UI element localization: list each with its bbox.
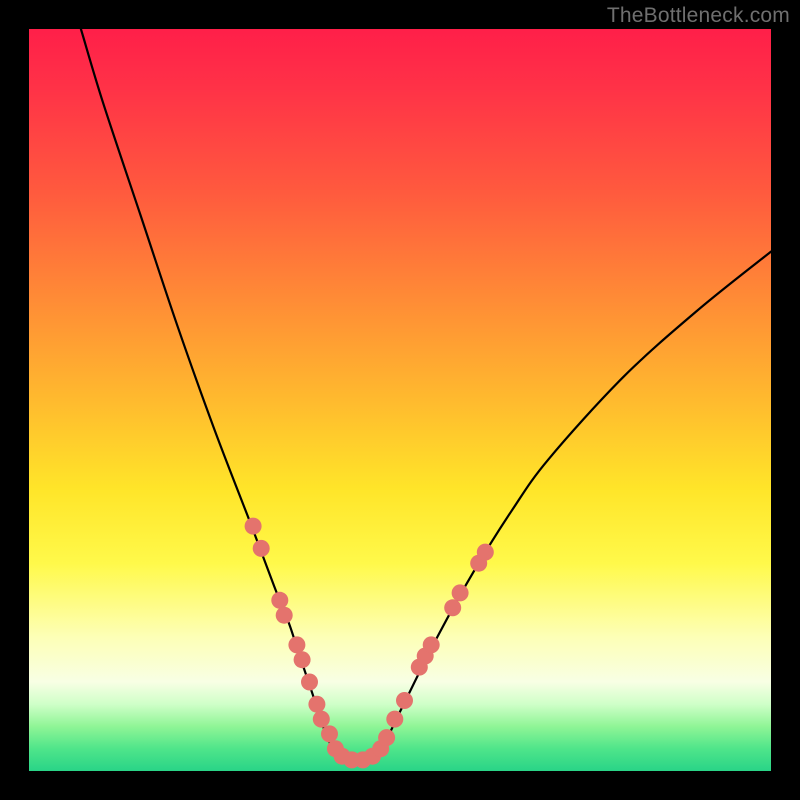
data-point	[378, 729, 395, 746]
watermark-text: TheBottleneck.com	[607, 4, 790, 28]
data-point	[245, 518, 262, 535]
data-point	[271, 592, 288, 609]
data-point	[308, 696, 325, 713]
data-point	[294, 651, 311, 668]
marker-group	[245, 518, 494, 769]
data-point	[423, 636, 440, 653]
outer-frame: TheBottleneck.com	[0, 0, 800, 800]
data-point	[444, 599, 461, 616]
data-point	[386, 711, 403, 728]
data-point	[301, 674, 318, 691]
chart-svg	[29, 29, 771, 771]
data-point	[253, 540, 270, 557]
data-point	[276, 607, 293, 624]
data-point	[477, 544, 494, 561]
data-point	[313, 711, 330, 728]
data-point	[452, 584, 469, 601]
plot-area	[29, 29, 771, 771]
data-point	[321, 725, 338, 742]
data-point	[288, 636, 305, 653]
data-point	[396, 692, 413, 709]
